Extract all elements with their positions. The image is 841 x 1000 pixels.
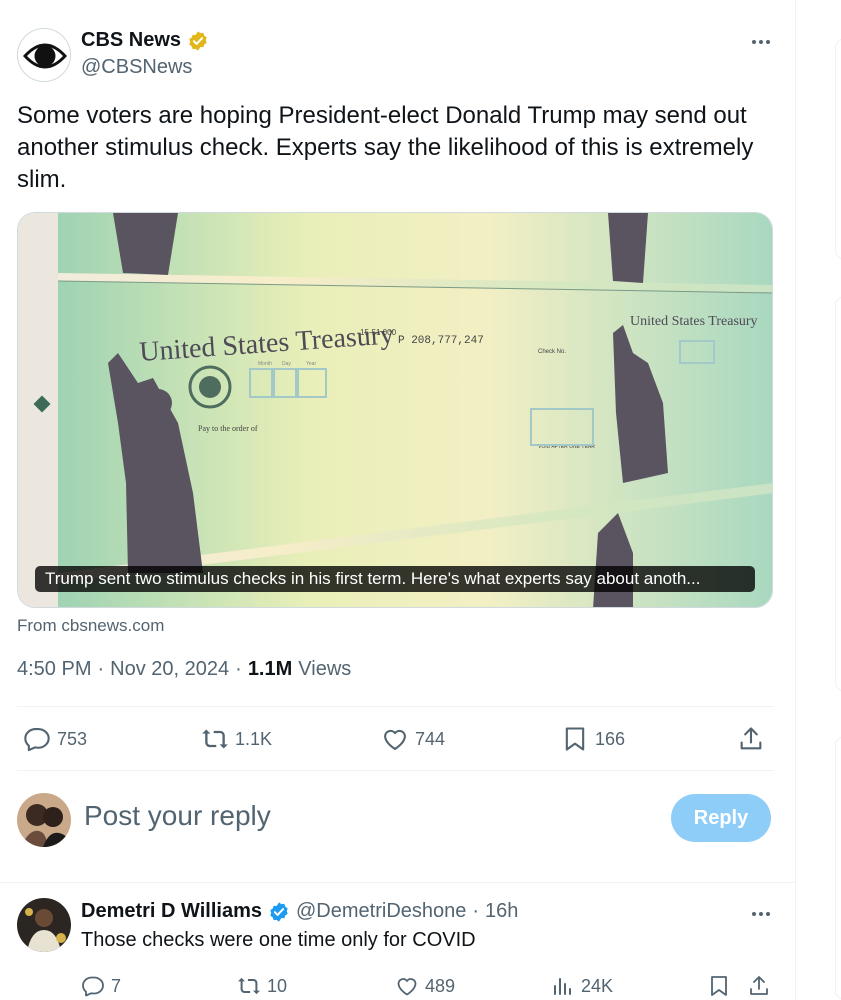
check-title-small: United States Treasury: [630, 314, 758, 329]
reply-time[interactable]: 16h: [485, 900, 518, 923]
share-button[interactable]: [737, 714, 765, 764]
date-label-month: Month: [258, 361, 272, 367]
bookmark-button[interactable]: [707, 970, 731, 1000]
blue-verified-badge: [270, 901, 288, 922]
like-count: 744: [415, 728, 446, 749]
main-column: CBS News @CBSNews Some voters are hoping…: [0, 0, 796, 1000]
divider: [17, 706, 774, 707]
repost-icon: [202, 729, 228, 749]
reply-icon: [82, 976, 104, 997]
check-code: 15-51 000: [360, 328, 397, 337]
sidebar-card: [835, 296, 841, 692]
tweet-time[interactable]: 4:50 PM: [17, 658, 91, 681]
reply-input[interactable]: Post your reply: [84, 800, 271, 832]
bookmark-count: 166: [595, 728, 626, 749]
author-handle[interactable]: @CBSNews: [81, 56, 192, 79]
reply-count: 753: [57, 728, 88, 749]
views-icon: [554, 978, 571, 995]
views-count: 24K: [581, 975, 614, 996]
tweet-actions: 753 1.1K 744 166: [17, 714, 774, 764]
right-sidebar: [797, 0, 841, 1000]
tweet-date[interactable]: Nov 20, 2024: [110, 658, 229, 681]
gold-verified-badge: [189, 30, 207, 51]
reply-actions: 7 10 489 24K: [81, 970, 781, 1000]
link-card-image[interactable]: United States Treasury P 208,777,247 15-…: [17, 212, 773, 608]
sidebar-card: [835, 38, 841, 260]
reply-text: Those checks were one time only for COVI…: [81, 929, 476, 951]
tweet-meta: 4:50 PM · Nov 20, 2024 · 1.1M Views: [17, 658, 352, 681]
pay-to-label: Pay to the order of: [198, 424, 258, 433]
views-count: 1.1M: [247, 658, 293, 680]
share-icon: [740, 727, 762, 750]
reply-icon: [24, 728, 50, 752]
like-button[interactable]: 744: [381, 714, 445, 764]
more-icon[interactable]: [748, 32, 774, 52]
bookmark-icon: [711, 976, 727, 996]
date-label-day: Day: [282, 361, 291, 367]
share-icon: [750, 976, 768, 995]
share-button[interactable]: [747, 970, 771, 1000]
reply-header: Demetri D Williams @DemetriDeshone · 16h: [81, 900, 519, 923]
link-source[interactable]: From cbsnews.com: [17, 616, 164, 636]
like-icon: [397, 978, 417, 996]
more-icon[interactable]: [748, 904, 774, 924]
reply-button[interactable]: 7: [81, 970, 121, 1000]
repost-icon: [238, 977, 260, 995]
like-count: 489: [425, 975, 456, 996]
views-button[interactable]: 24K: [551, 970, 613, 1000]
reply-submit-button[interactable]: Reply: [671, 794, 771, 842]
check-no-label: Check No.: [538, 349, 566, 355]
check-number: P 208,777,247: [398, 335, 484, 347]
views-label: Views: [298, 658, 352, 680]
divider: [0, 882, 796, 883]
media-caption[interactable]: Trump sent two stimulus checks in his fi…: [35, 566, 755, 592]
bookmark-icon: [565, 727, 585, 751]
avatar[interactable]: [17, 898, 71, 952]
repost-button[interactable]: 10: [237, 970, 287, 1000]
repost-count: 1.1K: [235, 728, 273, 749]
repost-count: 10: [267, 975, 288, 996]
bookmark-button[interactable]: 166: [561, 714, 625, 764]
cbs-eye-logo[interactable]: [17, 28, 71, 82]
author-name[interactable]: CBS News: [81, 29, 209, 52]
sidebar-card: [835, 736, 841, 1000]
avatar[interactable]: [17, 793, 71, 847]
like-icon: [384, 729, 406, 750]
like-button[interactable]: 489: [395, 970, 455, 1000]
author-name-text[interactable]: CBS News: [81, 29, 181, 52]
reply-author-handle[interactable]: @DemetriDeshone: [296, 900, 466, 923]
repost-button[interactable]: 1.1K: [201, 714, 272, 764]
reply-author-name[interactable]: Demetri D Williams: [81, 900, 262, 923]
reply-count: 7: [111, 975, 122, 996]
reply-button[interactable]: 753: [23, 714, 87, 764]
tweet-text: Some voters are hoping President-elect D…: [17, 102, 754, 193]
date-label-year: Year: [306, 361, 316, 367]
divider: [17, 770, 774, 771]
